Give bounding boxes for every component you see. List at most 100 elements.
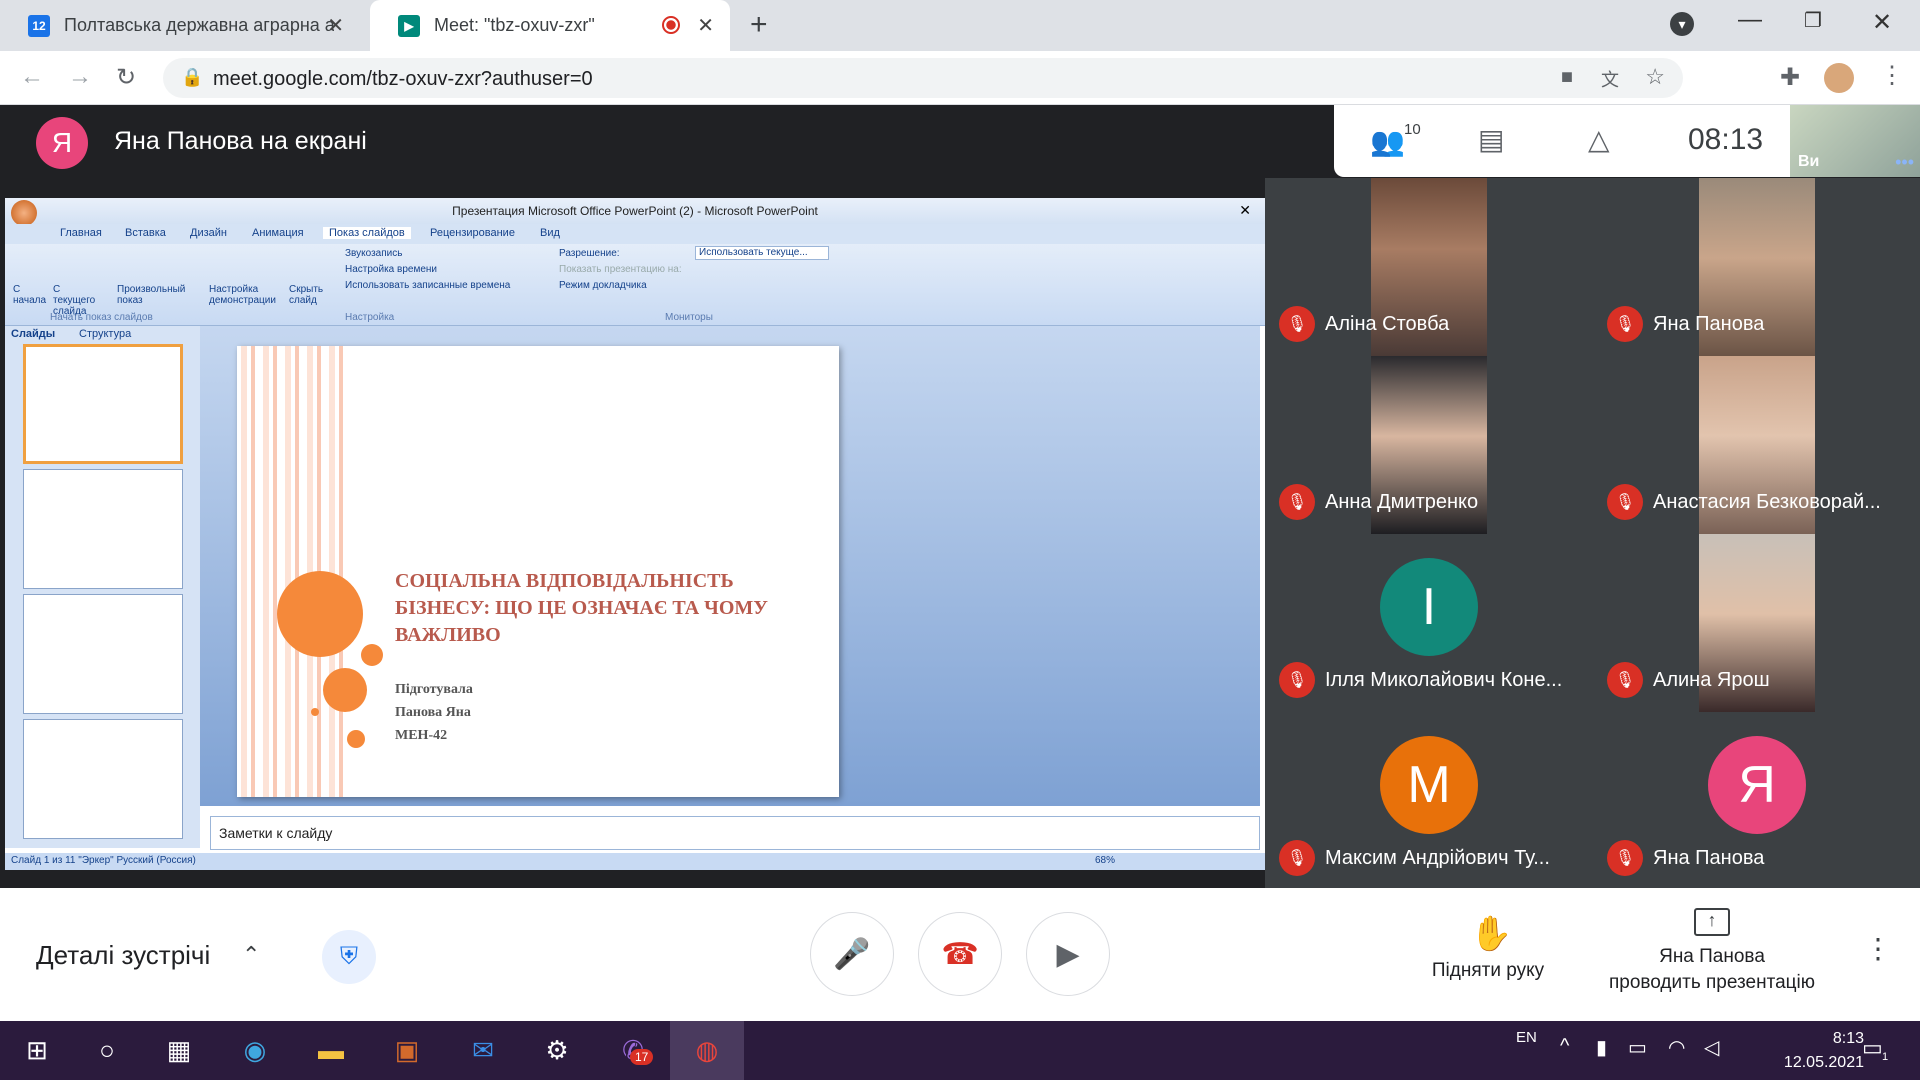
ppt-tab[interactable]: Вид [540,227,560,239]
tab-title: Meet: "tbz-oxuv-zxr" [434,15,595,35]
participant-tile[interactable]: 🎙 Аліна Стовба [1265,178,1593,356]
camera-icon: ▶ [1056,937,1080,971]
camera-icon[interactable]: ■ [1561,66,1573,89]
ppt-tab[interactable]: Вставка [125,227,166,239]
participant-tile[interactable]: 🎙 Анастасия Безковорай... [1593,356,1920,534]
minimize-icon[interactable]: — [1738,6,1762,34]
tray-chevron-icon[interactable]: ^ [1560,1035,1569,1058]
meeting-details-button[interactable]: Деталі зустрічі [36,940,210,971]
volume-icon[interactable]: ◁ [1704,1035,1719,1060]
search-icon[interactable]: ○ [70,1021,144,1080]
pane-tab-outline[interactable]: Структура [79,328,131,340]
more-options-icon[interactable]: ⋮ [1864,932,1892,965]
activities-icon[interactable]: △ [1588,123,1610,156]
people-icon[interactable]: 👥 [1370,125,1405,158]
bookmark-star-icon[interactable]: ☆ [1645,64,1665,90]
office-button-icon[interactable] [11,200,37,226]
pane-tab-slides[interactable]: Слайды [11,328,55,340]
ribbon-option[interactable]: Настройка времени [345,264,437,275]
participant-tile[interactable]: 🎙 Алина Ярош [1593,534,1920,712]
notifications-icon[interactable]: ▭ [1862,1035,1883,1061]
tab-meet[interactable]: ▶ Meet: "tbz-oxuv-zxr" ✕ [370,0,730,51]
microphone-button[interactable]: 🎤 [810,912,894,996]
chrome-icon[interactable]: ◍ [670,1021,744,1080]
ppt-tab[interactable]: Рецензирование [430,227,515,239]
forward-icon[interactable]: → [68,63,92,91]
microphone-icon: 🎤 [833,937,871,971]
store-icon[interactable]: ▣ [370,1021,444,1080]
address-bar[interactable]: 🔒 meet.google.com/tbz-oxuv-zxr?authuser=… [163,58,1683,98]
tray-time: 8:13 [1832,1030,1864,1047]
ribbon-btn[interactable]: Произвольный показ [117,284,197,306]
chat-icon[interactable]: ▤ [1478,123,1504,156]
slide-decor [323,668,367,712]
participant-tile[interactable]: 🎙 Анна Дмитренко [1265,356,1593,534]
hang-up-icon: ☎ [941,937,979,971]
participant-tile[interactable]: Я 🎙 Яна Панова [1593,712,1920,890]
presenting-label-line2[interactable]: проводить презентацію [1580,972,1844,994]
microphone-tray-icon[interactable]: ▮ [1596,1035,1607,1060]
task-view-icon[interactable]: ▦ [142,1021,216,1080]
participant-tile[interactable]: 🎙 Яна Панова [1593,178,1920,356]
windows-start-icon[interactable]: ⊞ [0,1021,74,1080]
current-slide[interactable]: СОЦІАЛЬНА ВІДПОВІДАЛЬНІСТЬ БІЗНЕСУ: ЩО Ц… [237,346,839,797]
host-controls-shield-icon[interactable]: ⛨ [322,930,376,984]
ribbon-option[interactable]: Звукозапись [345,248,402,259]
resolution-select[interactable]: Использовать текуще... [695,246,829,260]
self-view[interactable]: Ви ••• [1790,105,1920,177]
menu-icon[interactable]: ⋮ [1880,61,1904,90]
raise-hand-label[interactable]: Підняти руку [1405,960,1571,982]
more-options-icon[interactable]: ••• [1895,152,1914,173]
chevron-up-icon[interactable]: ⌃ [242,942,260,968]
ppt-ribbon: С начала С текущего слайда Произвольный … [5,244,1265,326]
ribbon-btn[interactable]: Скрыть слайд [289,284,329,306]
mail-icon[interactable]: ✉ [446,1021,520,1080]
battery-icon[interactable]: ▭ [1628,1035,1647,1060]
ppt-tab[interactable]: Главная [60,227,102,239]
present-icon[interactable]: ↑ [1694,908,1730,936]
edge-icon[interactable]: ◉ [218,1021,292,1080]
ppt-close-icon[interactable]: ✕ [1239,202,1251,219]
participant-avatar: M [1380,736,1478,834]
extensions-icon[interactable]: ✚ [1780,63,1800,92]
profile-avatar[interactable] [1824,63,1854,93]
camera-button[interactable]: ▶ [1026,912,1110,996]
ppt-tab[interactable]: Дизайн [190,227,227,239]
language-indicator[interactable]: EN [1516,1029,1537,1046]
close-window-icon[interactable]: ✕ [1872,8,1892,37]
presenting-label-line1[interactable]: Яна Панова [1580,946,1844,968]
ribbon-btn[interactable]: Настройка демонстрации [209,284,287,306]
settings-gear-icon[interactable]: ⚙ [520,1021,594,1080]
browser-tab-strip: 12 Полтавська державна аграрна ак ✕ ▶ Me… [0,0,1920,51]
zoom-level: 68% [1094,855,1115,866]
raise-hand-icon[interactable]: ✋ [1470,914,1512,954]
back-icon[interactable]: ← [20,63,44,91]
ribbon-btn[interactable]: С начала [13,284,47,306]
restore-icon[interactable]: ❐ [1804,8,1822,33]
reload-icon[interactable]: ↻ [116,63,136,92]
file-explorer-icon[interactable]: ▬ [294,1021,368,1080]
close-tab-icon[interactable]: ✕ [327,13,344,38]
slide-notes[interactable]: Заметки к слайду [210,816,1260,850]
meet-stage: Я Яна Панова на екрані 👥 10 ▤ △ 08:13 Ви… [0,105,1920,890]
meet-controls-bar: Деталі зустрічі ⌃ ⛨ 🎤 ☎ ▶ ✋ Підняти руку… [0,888,1920,1021]
tab-search-icon[interactable]: ▾ [1670,12,1694,36]
ppt-tab-active[interactable]: Показ слайдов [323,227,411,239]
wifi-icon[interactable]: ◠ [1668,1035,1685,1060]
close-tab-icon[interactable]: ✕ [697,13,714,38]
participant-tile[interactable]: M 🎙 Максим Андрійович Ту... [1265,712,1593,890]
slide-thumbnail[interactable] [23,719,183,839]
leave-call-button[interactable]: ☎ [918,912,1002,996]
translate-icon[interactable]: 文 [1601,66,1619,92]
slide-thumbnail[interactable] [23,469,183,589]
ribbon-option[interactable]: Использовать записанные времена [345,280,510,291]
new-tab-icon[interactable]: + [750,8,768,42]
tray-clock[interactable]: 8:13 12.05.2021 [1784,1027,1864,1075]
tab-poltava[interactable]: 12 Полтавська державна аграрна ак ✕ [0,0,360,51]
ribbon-option[interactable]: Режим докладчика [559,280,647,291]
ppt-tab[interactable]: Анимация [252,227,304,239]
slide-thumbnail[interactable] [23,344,183,464]
slide-thumbnail[interactable] [23,594,183,714]
participant-tile[interactable]: I 🎙 Ілля Миколайович Коне... [1265,534,1593,712]
ppt-window-title: Презентация Microsoft Office PowerPoint … [5,198,1265,224]
